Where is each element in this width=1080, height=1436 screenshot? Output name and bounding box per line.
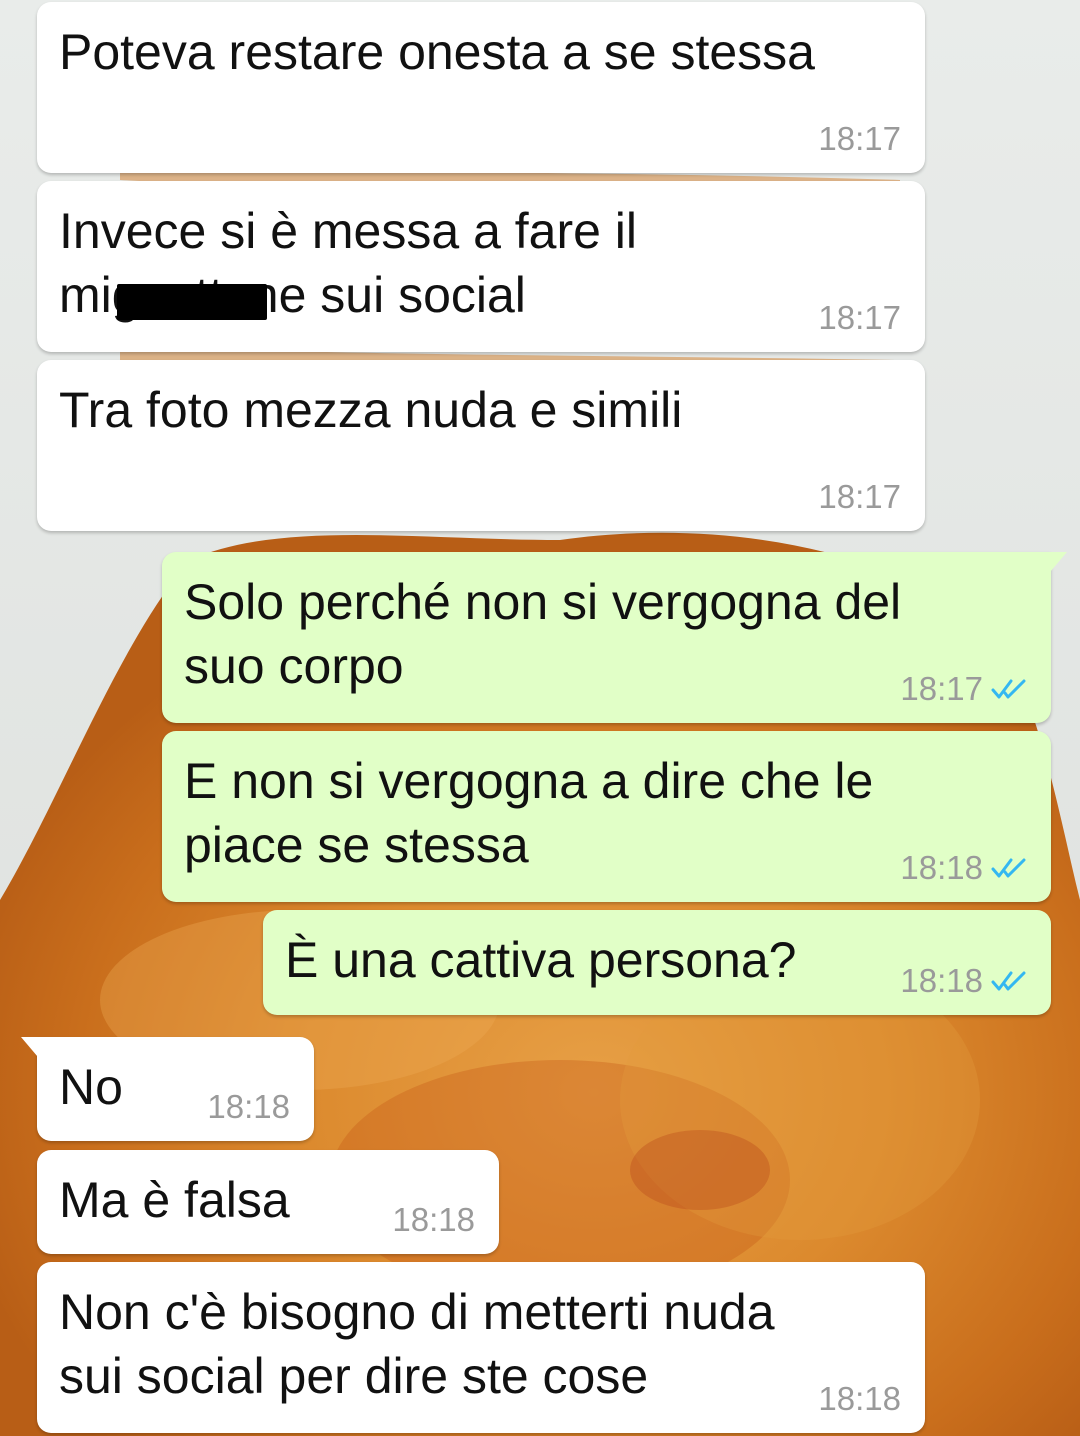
message-text: È una cattiva persona? [285,932,797,988]
message-time: 18:17 [818,120,901,157]
message-bubble-outgoing[interactable]: È una cattiva persona? 18:18 [263,910,1051,1015]
message-time: 18:17 [818,299,901,336]
message-bubble-incoming[interactable]: Tra foto mezza nuda e simili 18:17 [37,360,925,531]
message-meta: 18:18 [207,1089,290,1125]
message-text: Ma è falsa [59,1172,290,1228]
message-meta: 18:17 [818,121,901,157]
message-text: Tra foto mezza nuda e simili [59,382,683,438]
message-time: 18:17 [900,670,983,707]
message-text: E non si vergogna a dire che le piace se… [184,753,874,873]
bubble-tail [21,1037,43,1063]
message-bubble-incoming[interactable]: Invece si è messa a fare il mignottone s… [37,181,925,352]
message-time: 18:18 [207,1088,290,1125]
bubble-tail [1045,552,1067,578]
message-time: 18:18 [900,849,983,886]
message-meta: 18:18 [818,1381,901,1417]
message-meta: 18:18 [900,963,1027,999]
message-meta: 18:18 [900,850,1027,886]
message-meta: 18:18 [392,1202,475,1238]
message-bubble-incoming[interactable]: Non c'è bisogno di metterti nuda sui soc… [37,1262,925,1433]
redaction-bar [117,284,267,320]
message-text: Solo perché non si vergogna del suo corp… [184,574,902,694]
message-bubble-incoming[interactable]: Ma è falsa 18:18 [37,1150,499,1254]
message-text: Poteva restare onesta a se stessa [59,24,815,80]
message-bubble-incoming[interactable]: Poteva restare onesta a se stessa 18:17 [37,2,925,173]
double-check-icon [991,858,1026,878]
message-bubble-outgoing[interactable]: E non si vergogna a dire che le piace se… [162,731,1051,902]
message-time: 18:18 [818,1380,901,1417]
message-meta: 18:17 [900,671,1027,707]
message-text: No [59,1059,123,1115]
message-text: Non c'è bisogno di metterti nuda sui soc… [59,1284,775,1404]
message-meta: 18:17 [818,479,901,515]
message-bubble-incoming[interactable]: No 18:18 [21,1037,314,1141]
message-time: 18:18 [900,962,983,999]
message-time: 18:17 [818,478,901,515]
message-time: 18:18 [392,1201,475,1238]
double-check-icon [991,971,1026,991]
double-check-icon [991,679,1026,699]
message-meta: 18:17 [818,300,901,336]
message-bubble-outgoing[interactable]: Solo perché non si vergogna del suo corp… [162,552,1067,723]
